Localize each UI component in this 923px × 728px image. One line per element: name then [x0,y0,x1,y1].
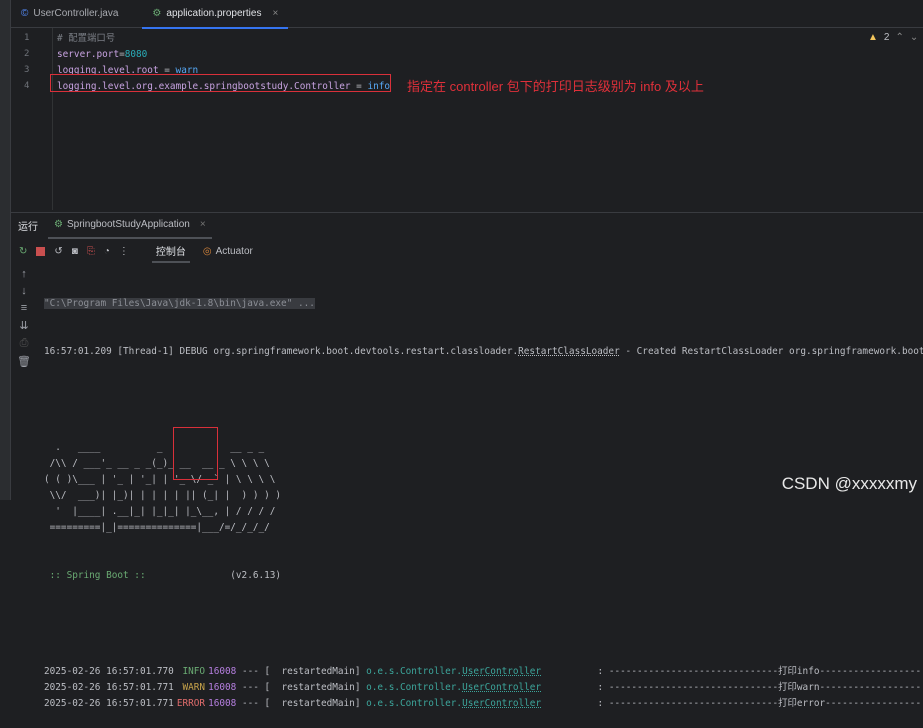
property-key: server.port [57,49,120,60]
pid: 16008 [208,666,237,677]
logger-package: o.e.s.Controller. [366,666,463,677]
tab-actuator[interactable]: ◎ Actuator [203,246,253,257]
class-icon: © [21,8,29,19]
line-number: 1 [24,33,30,43]
more-icon[interactable]: ⋮ [119,246,129,257]
logger-package: o.e.s.Controller. [366,698,463,709]
arrow-up-icon[interactable]: ↑ [21,268,27,280]
thread: --- [ restartedMain] [236,666,367,677]
watermark: CSDN @xxxxxmy [781,474,917,493]
soft-wrap-icon[interactable]: ≡ [21,302,27,314]
annotation-text: 指定在 controller 包下的打印日志级别为 info 及以上 [407,79,704,94]
banner-line: ' |____| .__|_| |_|_| |_\__, | / / / / [44,506,276,517]
banner-line: =========|_|==============|___/=/_/_/_/ [44,522,270,533]
debug-line: 16:57:01.209 [Thread-1] DEBUG org.spring… [44,346,923,357]
line-number: 4 [24,81,30,91]
actuator-icon: ◎ [202,245,212,257]
line-number: 2 [24,49,30,59]
tab-console[interactable]: 控制台 [151,240,190,263]
restart-icon[interactable]: ↺ [54,246,62,257]
run-panel-header: 运行 ⚙ SpringbootStudyApplication × [11,212,923,239]
pid: 16008 [208,682,237,693]
close-icon[interactable]: × [272,8,278,19]
thread: --- [ restartedMain] [236,698,367,709]
warnings-indicator[interactable]: ▲ 2 ⌃ ⌄ [868,32,918,43]
console-side-toolbar: ↑ ↓ ≡ ⇊ ⎙ 🗑 [11,264,37,500]
scroll-end-icon[interactable]: ⇊ [19,319,28,332]
log-line: 2025-02-26 16:57:01.771 WARN 16008 --- [ … [44,680,923,696]
logger-class[interactable]: UserController [462,666,541,677]
run-label: 运行 [18,222,38,233]
spring-properties-icon: ⚙ [152,8,162,19]
spring-version: (v2.6.13) [145,570,282,581]
log-message: : ------------------------------打印error-… [541,698,922,709]
property-value: 8080 [124,49,148,60]
comment: # 配置端口号 [57,33,116,44]
tab-application-properties[interactable]: ⚙ application.properties × [142,0,289,29]
chevron-up-icon[interactable]: ⌃ [895,32,903,43]
log-line: 2025-02-26 16:57:01.771 ERROR 16008 --- [ … [44,696,923,712]
logger-class[interactable]: UserController [462,682,541,693]
command-line: "C:\Program Files\Java\jdk-1.8\bin\java.… [44,298,315,309]
log-level: INFO [176,666,206,677]
rerun-icon[interactable]: ↻ [19,246,27,257]
spring-boot-label: :: Spring Boot :: [44,570,146,581]
profiler-icon[interactable]: ◔ [104,246,110,257]
spring-icon: ⚙ [54,219,63,230]
chevron-down-icon[interactable]: ⌄ [910,32,918,43]
export-icon[interactable]: ⎘ [87,246,95,257]
line-number: 3 [24,65,30,75]
code-line: # 配置端口号 [57,31,115,47]
tab-usercontroller[interactable]: © UserController.java [11,0,128,28]
left-tool-strip [0,0,11,500]
timestamp: 2025-02-26 16:57:01.770 [44,666,174,677]
highlight-box [50,74,391,92]
log-line: 2025-02-26 16:57:01.770 INFO 16008 --- [ … [44,664,923,680]
timestamp: 2025-02-26 16:57:01.771 [44,682,174,693]
log-message: : ------------------------------打印info--… [541,666,922,677]
line-gutter [11,28,53,210]
close-icon[interactable]: × [200,219,206,230]
timestamp: 2025-02-26 16:57:01.771 [44,698,174,709]
print-icon[interactable]: ⎙ [20,337,29,350]
thread: --- [ restartedMain] [236,682,367,693]
arrow-down-icon[interactable]: ↓ [21,285,27,297]
camera-icon[interactable]: ◙ [72,246,78,257]
stop-icon[interactable] [36,246,46,256]
run-toolbar: ↻ ↺ ◙ ⎘ ◔ ⋮ 控制台 ◎ Actuator [11,240,923,263]
log-level: WARN [176,682,206,693]
logger-class[interactable]: UserController [462,698,541,709]
log-message: : ------------------------------打印warn--… [541,682,922,693]
editor-tabs: © UserController.java ⚙ application.proper… [11,0,923,29]
log-level: ERROR [176,698,206,709]
run-config-tab[interactable]: ⚙ SpringbootStudyApplication × [48,213,212,239]
code-line: server.port=8080 [57,47,147,63]
pid: 16008 [208,698,237,709]
trash-icon[interactable]: 🗑 [17,355,31,368]
level-highlight-box [173,427,218,480]
warning-icon: ▲ [868,32,878,43]
logger-package: o.e.s.Controller. [366,682,463,693]
